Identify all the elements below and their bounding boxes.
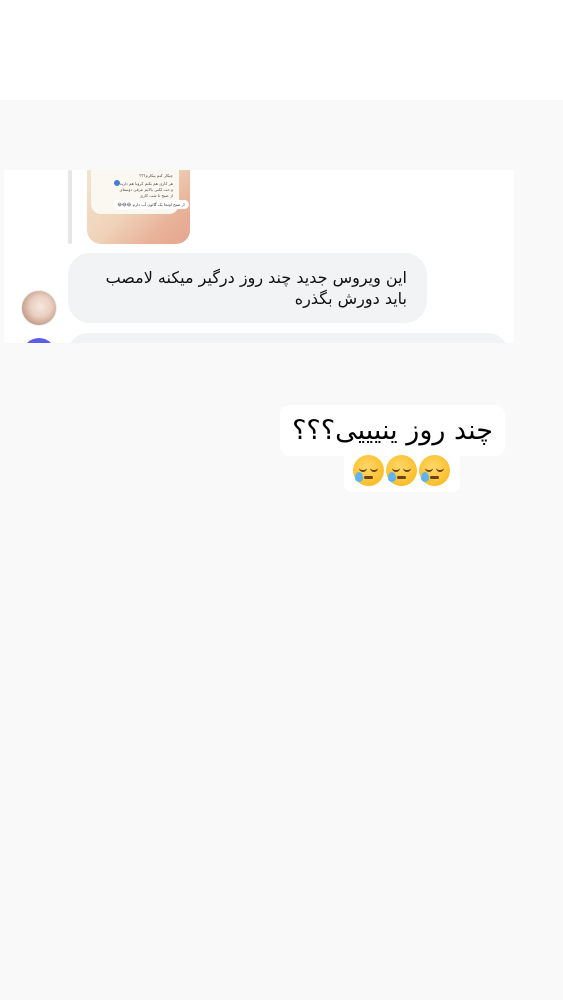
- reply-indicator-line: [68, 170, 72, 244]
- sleepy-face-emoji-icon: [419, 455, 450, 486]
- sleepy-face-emoji-icon: [353, 455, 384, 486]
- sender-avatar[interactable]: [21, 290, 57, 326]
- emoji-mouth: [397, 476, 406, 479]
- story-caption-text: چند روز ینیییی؟؟؟: [280, 405, 505, 456]
- next-sender-avatar[interactable]: [22, 338, 56, 343]
- thumbnail-text-line: چیکار کنم بیکارم؟؟؟: [139, 173, 173, 178]
- story-caption-emojis: [344, 452, 460, 492]
- thumbnail-text-line: و حت لکتی بالایم عرفی دوستای: [119, 187, 173, 192]
- emoji-drop: [388, 472, 396, 482]
- next-message-bubble[interactable]: [68, 333, 508, 343]
- sleepy-face-emoji-icon: [386, 455, 417, 486]
- chat-screenshot: چیکار کنم بیکارم؟؟؟ هر کاری هم بکنم کرون…: [4, 170, 514, 343]
- emoji-eye: [359, 466, 367, 472]
- message-line: این ویروس جدید چند روز درگیر میکنه لامصب: [105, 268, 407, 287]
- emoji-eye: [425, 466, 433, 472]
- thumbnail-text-line: از صبح تا شب کاری: [139, 193, 173, 198]
- shared-story-thumbnail[interactable]: چیکار کنم بیکارم؟؟؟ هر کاری هم بکنم کرون…: [87, 170, 190, 244]
- message-bubble[interactable]: این ویروس جدید چند روز درگیر میکنه لامصب…: [68, 253, 427, 323]
- emoji-eye: [403, 466, 411, 472]
- message-text: این ویروس جدید چند روز درگیر میکنه لامصب…: [77, 267, 407, 309]
- emoji-drop: [421, 472, 429, 482]
- thumbnail-caption-pill: از صبح اونجا یک گالون آب دارم 😂😂😂: [113, 200, 189, 209]
- message-line: باید دورش بگذره: [294, 289, 407, 308]
- emoji-mouth: [430, 476, 439, 479]
- emoji-eye: [436, 466, 444, 472]
- emoji-drop: [355, 472, 363, 482]
- emoji-eye: [370, 466, 378, 472]
- thumbnail-text-line: هر کاری هم بکنم کرونا هم دارید: [119, 181, 173, 186]
- emoji-eye: [392, 466, 400, 472]
- emoji-mouth: [364, 476, 373, 479]
- top-band: [0, 0, 563, 100]
